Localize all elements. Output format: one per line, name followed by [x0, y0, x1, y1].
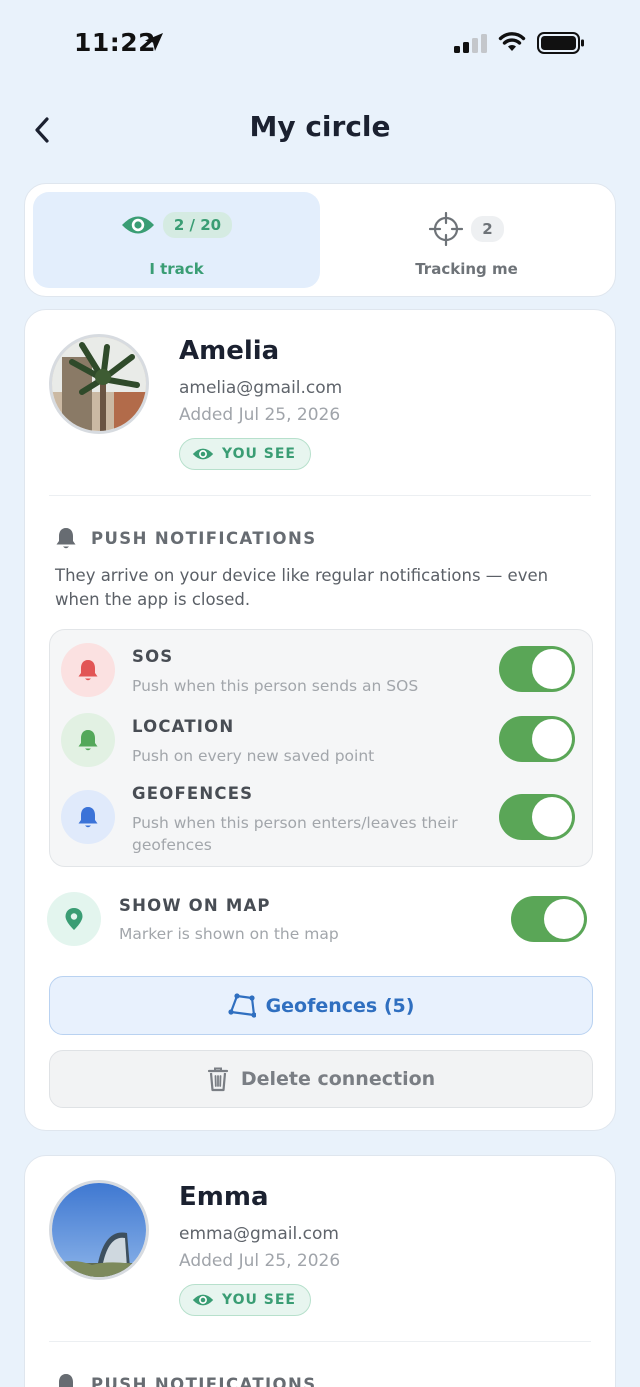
location-toggle[interactable] — [499, 716, 575, 762]
polygon-icon — [227, 992, 256, 1018]
tab-count-badge: 2 — [471, 216, 504, 242]
battery-icon — [537, 32, 584, 54]
you-see-label: YOU SEE — [222, 446, 296, 462]
section-description: They arrive on your device like regular … — [55, 566, 549, 609]
eye-icon — [121, 216, 154, 234]
notification-title: LOCATION — [132, 717, 235, 736]
eye-icon — [192, 448, 214, 460]
show-on-map-toggle[interactable] — [511, 896, 587, 942]
avatar — [49, 334, 149, 434]
geofences-button[interactable]: Geofences (5) — [49, 976, 593, 1035]
person-added-date: Added Jul 25, 2026 — [179, 405, 341, 425]
avatar-photo — [52, 337, 146, 431]
you-see-label: YOU SEE — [222, 1292, 296, 1308]
delete-connection-button[interactable]: Delete connection — [49, 1050, 593, 1108]
person-name: Emma — [179, 1182, 269, 1212]
status-bar: 11:22 — [0, 0, 640, 88]
avatar-photo — [52, 1183, 146, 1277]
bell-icon — [59, 1374, 73, 1387]
geofences-toggle[interactable] — [499, 794, 575, 840]
location-arrow-icon — [145, 33, 163, 51]
geofences-button-label: Geofences (5) — [265, 994, 415, 1017]
map-pin-icon — [47, 892, 101, 946]
person-added-date: Added Jul 25, 2026 — [179, 1251, 341, 1271]
location-bell-icon — [61, 713, 115, 767]
sos-bell-icon — [61, 643, 115, 697]
page-title: My circle — [249, 110, 391, 143]
delete-connection-label: Delete connection — [240, 1068, 436, 1090]
push-notifications-header: PUSH NOTIFICATIONS — [55, 526, 316, 550]
tab-count-badge: 2 / 20 — [162, 212, 233, 238]
eye-icon — [192, 1294, 214, 1306]
person-email: emma@gmail.com — [179, 1224, 339, 1244]
avatar — [49, 1180, 149, 1280]
person-card: Amelia amelia@gmail.com Added Jul 25, 20… — [24, 309, 616, 1131]
tabs-card: 2 / 20 I track 2 Tracking me — [24, 183, 616, 297]
push-notifications-header: PUSH NOTIFICATIONS — [55, 1372, 316, 1387]
notification-description: Push when this person enters/leaves thei… — [132, 814, 458, 854]
tab-label: Tracking me — [415, 260, 518, 278]
tab-label: I track — [149, 260, 204, 278]
person-card: Emma emma@gmail.com Added Jul 25, 2026 Y… — [24, 1155, 616, 1387]
section-title: PUSH NOTIFICATIONS — [91, 1374, 317, 1387]
person-name: Amelia — [179, 336, 280, 366]
tab-i-track[interactable]: 2 / 20 I track — [33, 192, 320, 288]
divider — [49, 495, 591, 496]
section-title: PUSH NOTIFICATIONS — [91, 528, 317, 548]
you-see-badge: YOU SEE — [179, 1284, 311, 1316]
show-on-map-description: Marker is shown on the map — [119, 925, 339, 943]
crosshair-icon — [429, 212, 464, 246]
tab-tracking-me[interactable]: 2 Tracking me — [325, 192, 608, 288]
wifi-icon — [498, 32, 526, 51]
geofences-bell-icon — [61, 790, 115, 844]
notification-title: GEOFENCES — [132, 784, 254, 803]
sos-toggle[interactable] — [499, 646, 575, 692]
cellular-signal-icon — [454, 34, 487, 53]
notification-description: Push on every new saved point — [132, 747, 375, 765]
you-see-badge: YOU SEE — [179, 438, 311, 470]
notification-settings-box: SOS Push when this person sends an SOS L… — [49, 629, 593, 867]
person-email: amelia@gmail.com — [179, 378, 343, 398]
bell-icon — [56, 528, 76, 549]
divider — [49, 1341, 591, 1342]
notification-title: SOS — [132, 647, 174, 666]
show-on-map-title: SHOW ON MAP — [119, 896, 271, 915]
notification-description: Push when this person sends an SOS — [132, 677, 419, 695]
trash-icon — [207, 1067, 228, 1092]
